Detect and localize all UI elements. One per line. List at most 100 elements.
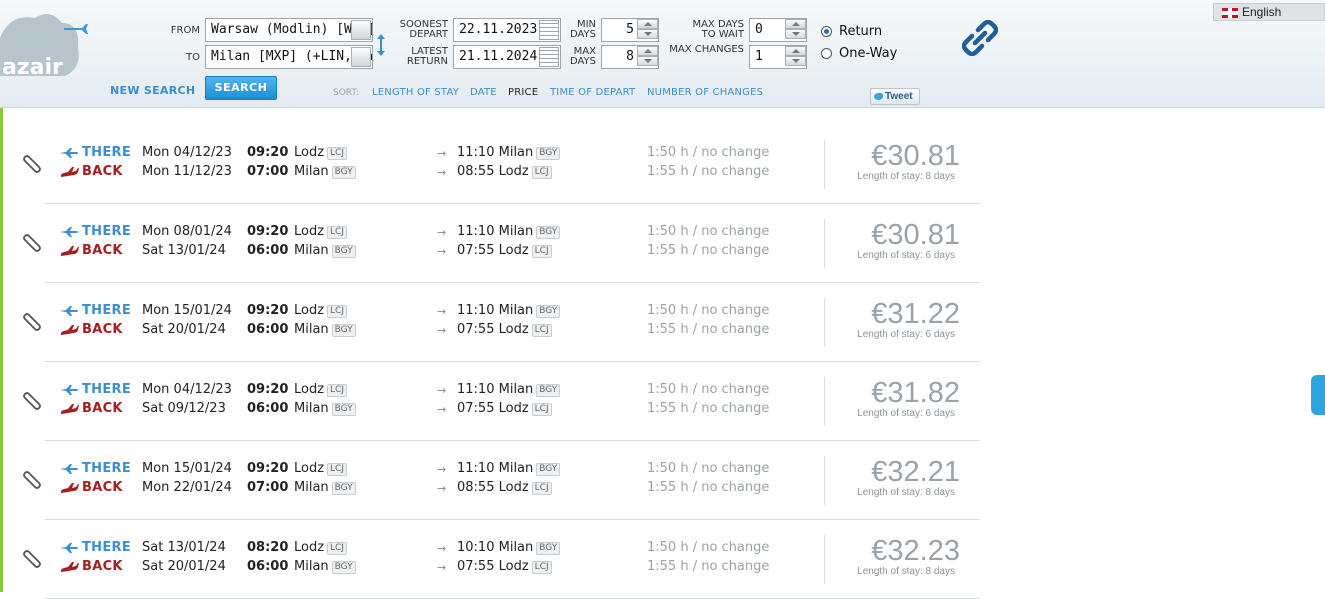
price[interactable]: €31.82 (871, 377, 960, 410)
stepper-down-icon[interactable] (785, 29, 806, 39)
there-arrival: 11:10 Milan BGY (457, 224, 561, 239)
return-radio[interactable] (821, 26, 832, 37)
back-departure-city: Milan BGY (294, 480, 356, 495)
min-days-stepper[interactable] (637, 19, 658, 41)
stepper-down-icon[interactable] (785, 56, 806, 66)
back-duration: 1:55 h / no change (647, 559, 770, 574)
to-input[interactable]: Milan [MXP] (+LIN,BGY) (205, 45, 373, 69)
airport-code: LCJ (531, 403, 552, 416)
max-days-to-wait-stepper[interactable] (785, 19, 806, 41)
row-divider (824, 377, 825, 426)
there-arrival: 11:10 Milan BGY (457, 461, 561, 476)
there-departure-time: 09:20 (247, 224, 289, 239)
sort-number-of-changes[interactable]: NUMBER OF CHANGES (647, 87, 763, 98)
length-of-stay: Length of stay: 8 days (857, 566, 955, 577)
calendar-icon[interactable] (539, 20, 559, 40)
airport-code: LCJ (327, 542, 347, 555)
calendar-icon[interactable] (539, 47, 559, 67)
one-way-radio-label[interactable]: One-Way (839, 46, 897, 61)
arrow-right-icon: → (437, 403, 447, 416)
sort-time-of-depart[interactable]: TIME OF DEPART (550, 87, 635, 98)
price[interactable]: €32.21 (871, 456, 960, 489)
price[interactable]: €30.81 (871, 219, 960, 252)
to-airport-picker-button[interactable] (351, 47, 371, 67)
airport-code: BGY (331, 403, 356, 416)
stepper-up-icon[interactable] (637, 19, 658, 29)
permalink-icon[interactable] (23, 155, 41, 173)
permalink-icon[interactable] (23, 550, 41, 568)
length-of-stay: Length of stay: 8 days (857, 487, 955, 498)
back-duration: 1:55 h / no change (647, 164, 770, 179)
stepper-down-icon[interactable] (637, 29, 658, 39)
back-duration: 1:55 h / no change (647, 480, 770, 495)
plane-arrival-icon (60, 562, 79, 572)
back-duration: 1:55 h / no change (647, 401, 770, 416)
row-divider (824, 219, 825, 268)
price[interactable]: €32.23 (871, 535, 960, 568)
max-days-stepper[interactable] (637, 46, 658, 68)
airport-code: LCJ (531, 245, 552, 258)
sort-label: SORT: (333, 88, 359, 98)
stepper-up-icon[interactable] (785, 19, 806, 29)
there-date: Mon 15/01/24 (142, 303, 232, 318)
back-departure-city: Milan BGY (294, 322, 356, 337)
plane-departure-icon (60, 385, 78, 395)
stepper-up-icon[interactable] (637, 46, 658, 56)
airport-code: BGY (331, 166, 356, 179)
return-radio-label[interactable]: Return (839, 24, 882, 39)
airport-code: BGY (536, 147, 561, 160)
airport-code: LCJ (327, 384, 347, 397)
back-departure-city: Milan BGY (294, 243, 356, 258)
new-search-link[interactable]: NEW SEARCH (110, 84, 195, 97)
plane-departure-icon (60, 306, 78, 316)
latest-return-label: LATEST RETURN (406, 46, 448, 67)
stepper-up-icon[interactable] (785, 46, 806, 56)
permalink-icon[interactable] (23, 392, 41, 410)
airport-code: LCJ (327, 147, 347, 160)
soonest-depart-value: 22.11.2023 (459, 22, 538, 37)
permalink-icon[interactable] (23, 313, 41, 331)
result-row[interactable]: THERE Mon 04/12/23 09:20 Lodz LCJ → 11:10 Mila… (23, 362, 980, 441)
from-input[interactable]: Warsaw (Modlin) [WMI] (205, 18, 373, 42)
price[interactable]: €30.81 (871, 140, 960, 173)
max-days-to-wait-label: MAX DAYS TO WAIT (692, 19, 744, 40)
chain-link-icon[interactable] (962, 20, 998, 56)
arrow-right-icon: → (437, 542, 447, 555)
price[interactable]: €31.22 (871, 298, 960, 331)
sort-price[interactable]: PRICE (508, 87, 538, 98)
airport-code: BGY (536, 384, 561, 397)
plane-arrival-icon (60, 483, 79, 493)
there-arrival: 11:10 Milan BGY (457, 145, 561, 160)
logo-cloud-icon[interactable]: azair (0, 8, 90, 88)
search-button[interactable]: SEARCH (205, 76, 277, 100)
stepper-down-icon[interactable] (637, 56, 658, 66)
back-departure-time: 07:00 (247, 164, 289, 179)
arrow-right-icon: → (437, 384, 447, 397)
there-departure-time: 09:20 (247, 303, 289, 318)
tweet-button[interactable]: Tweet (870, 88, 920, 105)
twitter-side-tab[interactable] (1311, 375, 1325, 415)
permalink-icon[interactable] (23, 471, 41, 489)
result-row[interactable]: THERE Mon 08/01/24 09:20 Lodz LCJ → 11:10 Mila… (23, 204, 980, 283)
max-changes-stepper[interactable] (785, 46, 806, 68)
swap-direction-icon[interactable] (375, 33, 387, 57)
result-row[interactable]: THERE Mon 15/01/24 09:20 Lodz LCJ → 11:10 Mila… (23, 283, 980, 362)
from-airport-picker-button[interactable] (351, 20, 371, 40)
to-label: TO (186, 52, 200, 63)
result-row[interactable]: THERE Mon 04/12/23 09:20 Lodz LCJ → 11:10 Mila… (23, 125, 980, 204)
airport-code: BGY (536, 542, 561, 555)
to-value: Milan [MXP] (+LIN,BGY) (211, 49, 373, 64)
result-row[interactable]: THERE Sat 13/01/24 08:20 Lodz LCJ → 10:10 Mila… (23, 520, 980, 599)
language-selector[interactable]: English (1213, 3, 1325, 21)
airport-code: LCJ (531, 482, 552, 495)
there-duration: 1:50 h / no change (647, 224, 770, 239)
arrow-right-icon: → (437, 463, 447, 476)
one-way-radio[interactable] (821, 48, 832, 59)
result-row[interactable]: THERE Mon 15/01/24 09:20 Lodz LCJ → 11:10 Mila… (23, 441, 980, 520)
back-departure-city: Milan BGY (294, 559, 356, 574)
airport-code: LCJ (327, 226, 347, 239)
permalink-icon[interactable] (23, 234, 41, 252)
max-days-label: MAX DAYS (569, 46, 596, 67)
sort-length-of-stay[interactable]: LENGTH OF STAY (372, 87, 459, 98)
sort-date[interactable]: DATE (470, 87, 497, 98)
